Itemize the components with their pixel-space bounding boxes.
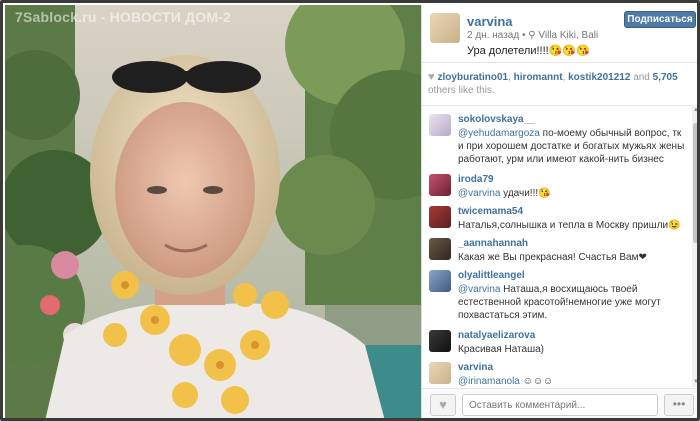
comment-text: Наталья,солнышка и тепла в Москву пришли… [458,219,688,232]
comment-body: Красивая Наташа) [458,344,544,355]
comment-body: Какая же Вы прекрасная! Счастья Вам❤ [458,252,647,263]
comment-text: @irinamanola ☺☺☺ [458,375,688,387]
watermark-text: 7Sablock.ru - НОВОСТИ ДОМ-2 [15,9,232,25]
commenter-avatar[interactable] [429,238,451,260]
owner-username[interactable]: varvina [467,14,513,29]
post-meta: 2 дн. назад • ⚲ Villa Kiki, Bali [467,30,598,41]
likes-count[interactable]: 5,705 [653,72,678,83]
scroll-down-arrow-icon[interactable]: ▼ [693,379,697,385]
commenter-avatar[interactable] [429,174,451,196]
post-caption: Ура долетели!!!!😘😘😘 [467,45,590,57]
comment-body: удачи!!!😘 [500,188,551,199]
like-button[interactable]: ♥ [430,394,456,416]
post-photo[interactable]: 7Sablock.ru - НОВОСТИ ДОМ-2 [5,5,421,418]
likes-and: and [633,72,650,83]
post-location[interactable]: Villa Kiki, Bali [538,30,598,41]
like-user[interactable]: hiromannt [514,72,563,83]
comment-text: @varvina Наташа,я восхищаюсь твоей естес… [458,283,688,322]
comment-username[interactable]: varvina [458,362,493,373]
comment-input[interactable] [462,394,658,416]
comment-mention[interactable]: @yehudamargoza [458,128,540,139]
comment-username[interactable]: twicemama54 [458,206,523,217]
like-user[interactable]: kostik201212 [568,72,630,83]
comment-username[interactable]: olyalittleangel [458,270,525,281]
comment-username[interactable]: _aannahannah [458,238,528,249]
comment-text: @yehudamargoza по-моему обычный вопрос, … [458,127,688,166]
commenter-avatar[interactable] [429,270,451,292]
comment-mention[interactable]: @irinamanola [458,376,520,387]
comments-list[interactable]: sokolovskaya__ @yehudamargoza по-моему о… [422,105,692,387]
commenter-avatar[interactable] [429,114,451,136]
heart-icon: ♥ [439,397,447,412]
photo-illustration [5,5,421,418]
comment-text: Какая же Вы прекрасная! Счастья Вам❤ [458,251,688,264]
post-header: varvina 2 дн. назад • ⚲ Villa Kiki, Bali… [422,5,697,63]
post-sidebar: varvina 2 дн. назад • ⚲ Villa Kiki, Bali… [421,5,697,418]
more-options-button[interactable]: ••• [664,394,694,416]
like-user[interactable]: zloyburatino01 [438,72,509,83]
comment-username[interactable]: natalyaelizarova [458,330,535,341]
commenter-avatar[interactable] [429,330,451,352]
scrollbar-thumb[interactable] [693,123,697,243]
owner-avatar[interactable] [430,13,460,43]
post-footer: ♥ ••• [422,388,697,418]
comment-text: Красивая Наташа) [458,343,688,356]
follow-button[interactable]: Подписаться [624,11,696,28]
instagram-embed: 7Sablock.ru - НОВОСТИ ДОМ-2 varvina 2 дн… [0,0,700,421]
comments-scrollbar[interactable]: ▲ ▼ [692,105,697,387]
post-time[interactable]: 2 дн. назад [467,30,519,41]
location-pin-icon: ⚲ [528,30,536,41]
comment-text: @varvina удачи!!!😘 [458,187,688,200]
heart-icon: ♥ [428,71,435,83]
likes-summary: ♥ zloyburatino01, hiromannt, kostik201212… [428,71,678,96]
likes-suffix: others like this. [428,85,495,96]
scroll-up-arrow-icon[interactable]: ▲ [693,107,697,113]
comment-body: Наталья,солнышка и тепла в Москву пришли… [458,220,681,231]
comment-username[interactable]: iroda79 [458,174,494,185]
comment-username[interactable]: sokolovskaya__ [458,114,535,125]
comment-mention[interactable]: @varvina [458,188,500,199]
comment-mention[interactable]: @varvina [458,284,500,295]
commenter-avatar[interactable] [429,362,451,384]
comment-body: ☺☺☺ [519,376,554,387]
commenter-avatar[interactable] [429,206,451,228]
